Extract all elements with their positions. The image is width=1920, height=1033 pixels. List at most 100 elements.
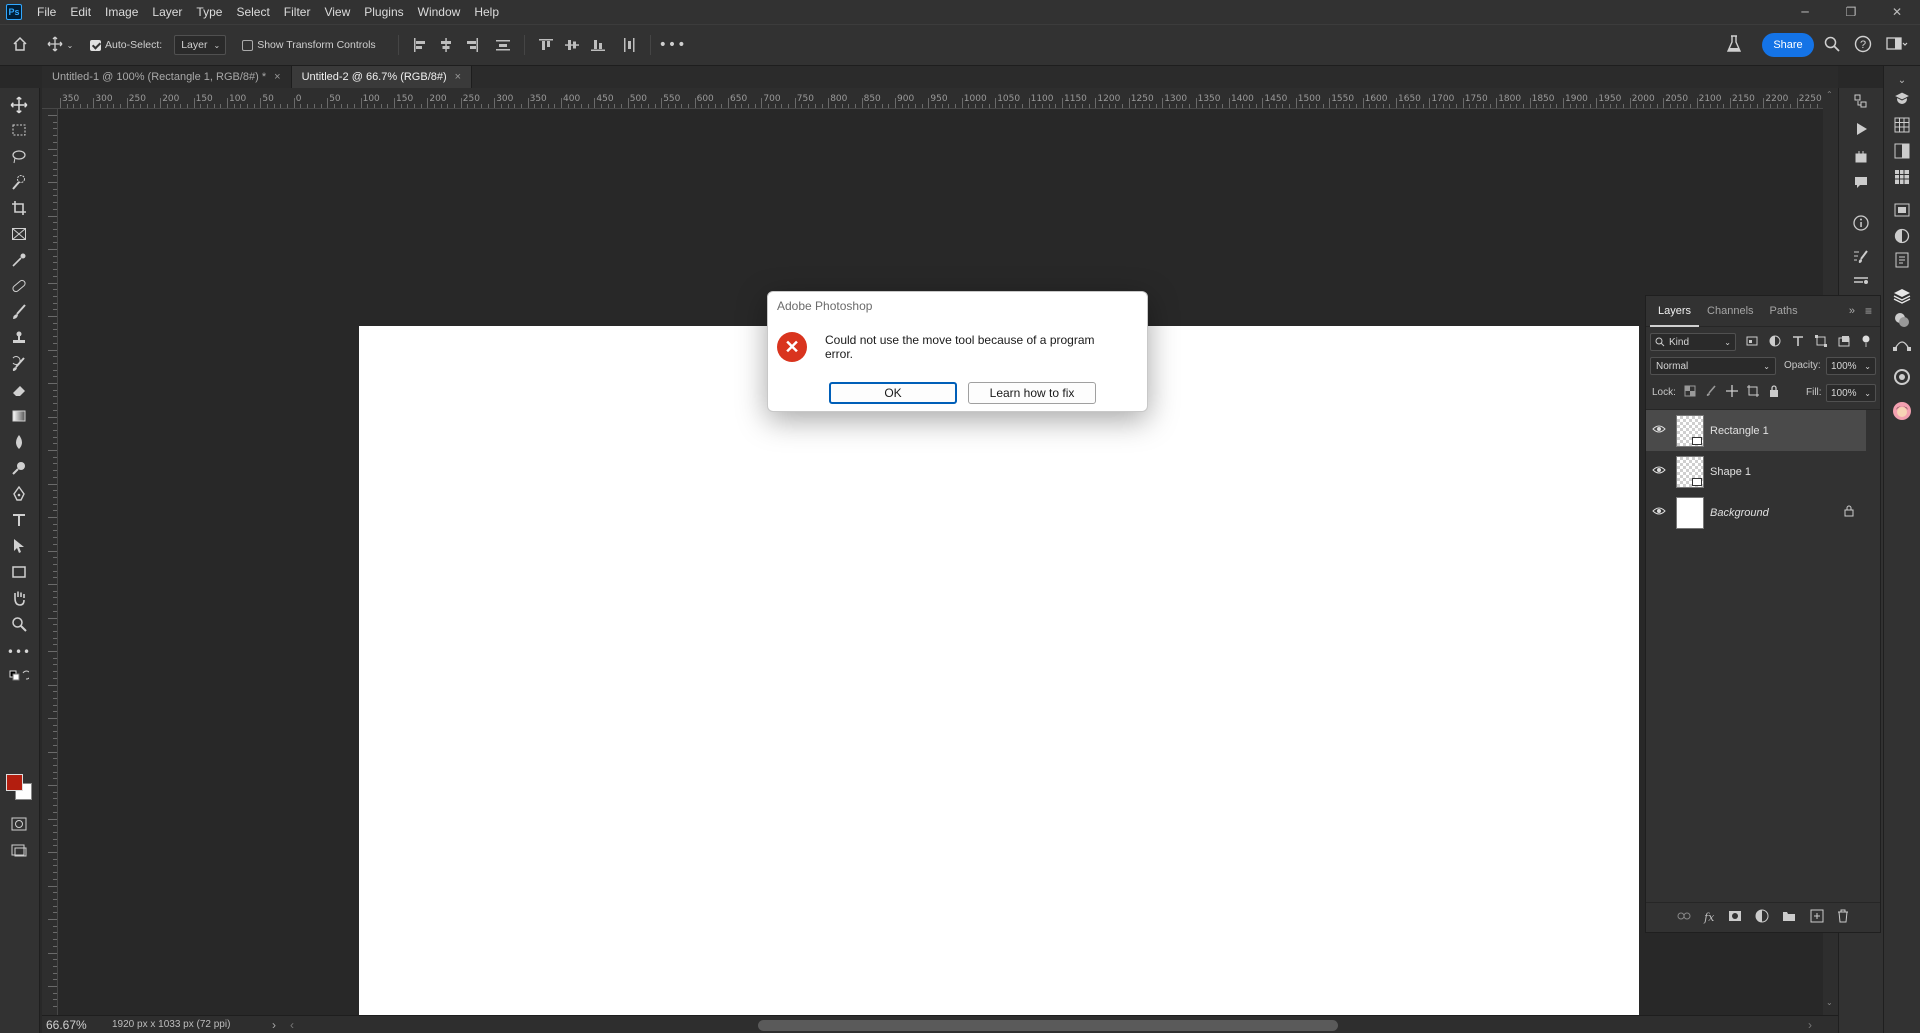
close-window-button[interactable]: ✕ (1874, 0, 1920, 24)
visibility-eye-icon[interactable] (1646, 465, 1672, 478)
lock-image-pixels-icon[interactable] (1705, 385, 1717, 397)
layers-panel-button[interactable] (1891, 285, 1913, 307)
close-tab-icon[interactable]: × (455, 71, 461, 83)
adjustments-panel-button[interactable] (1891, 225, 1913, 247)
filter-adjustment-icon[interactable] (1769, 335, 1781, 347)
rectangle-tool[interactable] (8, 561, 30, 583)
align-middle-button[interactable] (564, 37, 580, 53)
menu-edit[interactable]: Edit (63, 0, 98, 24)
filter-smart-object-icon[interactable] (1838, 335, 1850, 347)
document-info[interactable]: 1920 px x 1033 px (72 ppi) (112, 1019, 262, 1030)
share-button[interactable]: Share (1762, 33, 1814, 57)
frame-tool[interactable] (8, 223, 30, 245)
auto-select-checkbox[interactable]: Auto-Select: (90, 39, 162, 51)
layer-lock-icon[interactable] (1844, 505, 1854, 520)
swatches-panel-button[interactable] (1891, 114, 1913, 136)
lock-transparent-icon[interactable] (1684, 385, 1696, 397)
menu-window[interactable]: Window (411, 0, 468, 24)
dodge-tool[interactable] (8, 457, 30, 479)
fx-icon[interactable]: fx (1704, 911, 1714, 924)
healing-brush-tool[interactable] (8, 275, 30, 297)
help-button[interactable]: ? (1854, 35, 1872, 56)
close-tab-icon[interactable]: × (274, 71, 280, 83)
labs-button[interactable] (1726, 35, 1742, 56)
plugins-panel-button[interactable] (1850, 145, 1872, 167)
lock-artboard-icon[interactable] (1747, 385, 1759, 397)
learn-panel-button[interactable] (1891, 87, 1913, 109)
tab-layers[interactable]: Layers (1650, 296, 1700, 327)
align-bottom-button[interactable] (590, 37, 606, 53)
home-button[interactable] (0, 36, 40, 55)
lock-position-icon[interactable] (1726, 385, 1738, 397)
brush-tool[interactable] (8, 301, 30, 323)
auto-select-target-dropdown[interactable]: Layer ⌄ (174, 35, 227, 55)
actions-panel-button[interactable] (1850, 118, 1872, 140)
patterns-panel-button[interactable] (1891, 166, 1913, 188)
menu-layer[interactable]: Layer (145, 0, 189, 24)
zoom-level[interactable]: 66.67% (46, 1018, 112, 1032)
libraries-panel-button[interactable] (1891, 199, 1913, 221)
zoom-tool[interactable] (8, 613, 30, 635)
learn-how-to-fix-button[interactable]: Learn how to fix (968, 382, 1096, 404)
align-left-button[interactable] (412, 37, 428, 53)
menu-file[interactable]: File (30, 0, 63, 24)
lasso-tool[interactable] (8, 145, 30, 167)
workspace-button[interactable] (1886, 36, 1908, 55)
align-center-h-button[interactable] (438, 37, 454, 53)
user-avatar-button[interactable] (1891, 400, 1913, 422)
type-tool[interactable] (8, 509, 30, 531)
path-selection-tool[interactable] (8, 535, 30, 557)
menu-type[interactable]: Type (189, 0, 229, 24)
distribute-horizontal-button[interactable] (621, 37, 637, 53)
new-adjustment-icon[interactable] (1755, 909, 1769, 926)
menu-image[interactable]: Image (98, 0, 145, 24)
filter-pixel-icon[interactable] (1746, 335, 1758, 347)
gradient-tool[interactable] (8, 405, 30, 427)
filter-shape-icon[interactable] (1815, 335, 1827, 347)
paths-panel-button[interactable] (1891, 333, 1913, 355)
clone-stamp-tool[interactable] (8, 327, 30, 349)
collapse-panel-icon[interactable]: » (1849, 305, 1855, 317)
canvas-area[interactable] (58, 109, 1823, 1016)
layer-row-background[interactable]: Background (1646, 492, 1866, 533)
align-right-button[interactable] (464, 37, 480, 53)
eyedropper-tool[interactable] (8, 249, 30, 271)
menu-plugins[interactable]: Plugins (357, 0, 410, 24)
comments-panel-button[interactable] (1850, 171, 1872, 193)
history-panel-button[interactable] (1850, 90, 1872, 112)
filter-kind-dropdown[interactable]: Kind ⌄ (1650, 333, 1736, 351)
object-selection-tool[interactable] (8, 171, 30, 193)
blend-mode-dropdown[interactable]: Normal ⌄ (1650, 357, 1776, 375)
info-panel-button[interactable] (1850, 212, 1872, 234)
pen-tool[interactable] (8, 483, 30, 505)
eraser-tool[interactable] (8, 379, 30, 401)
scroll-left-icon[interactable]: ‹ (290, 1018, 294, 1032)
channels-panel-button[interactable] (1891, 309, 1913, 331)
tab-channels[interactable]: Channels (1699, 296, 1761, 327)
tab-paths[interactable]: Paths (1762, 296, 1806, 327)
move-tool-preset[interactable]: ⌄ (40, 36, 80, 55)
restore-button[interactable]: ❐ (1828, 0, 1874, 24)
menu-help[interactable]: Help (467, 0, 506, 24)
properties-panel-button[interactable] (1891, 249, 1913, 271)
default-colors-button[interactable] (8, 666, 30, 688)
horizontal-scrollbar-thumb[interactable] (758, 1020, 1338, 1031)
blur-tool[interactable] (8, 431, 30, 453)
tab-untitled-1[interactable]: Untitled-1 @ 100% (Rectangle 1, RGB/8#) … (42, 66, 292, 88)
menu-select[interactable]: Select (229, 0, 276, 24)
marquee-tool[interactable] (8, 119, 30, 141)
gradients-panel-button[interactable] (1891, 140, 1913, 162)
screen-mode-button[interactable] (8, 839, 30, 861)
lock-all-icon[interactable] (1768, 385, 1780, 397)
brush-settings-panel-button[interactable] (1850, 246, 1872, 268)
show-transform-checkbox[interactable]: Show Transform Controls (242, 39, 376, 51)
scroll-down-icon[interactable]: ⌄ (1826, 998, 1833, 1007)
crop-tool[interactable] (8, 197, 30, 219)
align-top-button[interactable] (538, 37, 554, 53)
tool-presets-panel-button[interactable] (1850, 270, 1872, 292)
move-tool[interactable] (8, 94, 30, 116)
link-layers-icon[interactable] (1677, 911, 1691, 924)
filter-toggle-icon[interactable] (1861, 335, 1871, 347)
new-group-icon[interactable] (1782, 910, 1796, 925)
scroll-up-icon[interactable]: ⌃ (1826, 90, 1833, 99)
